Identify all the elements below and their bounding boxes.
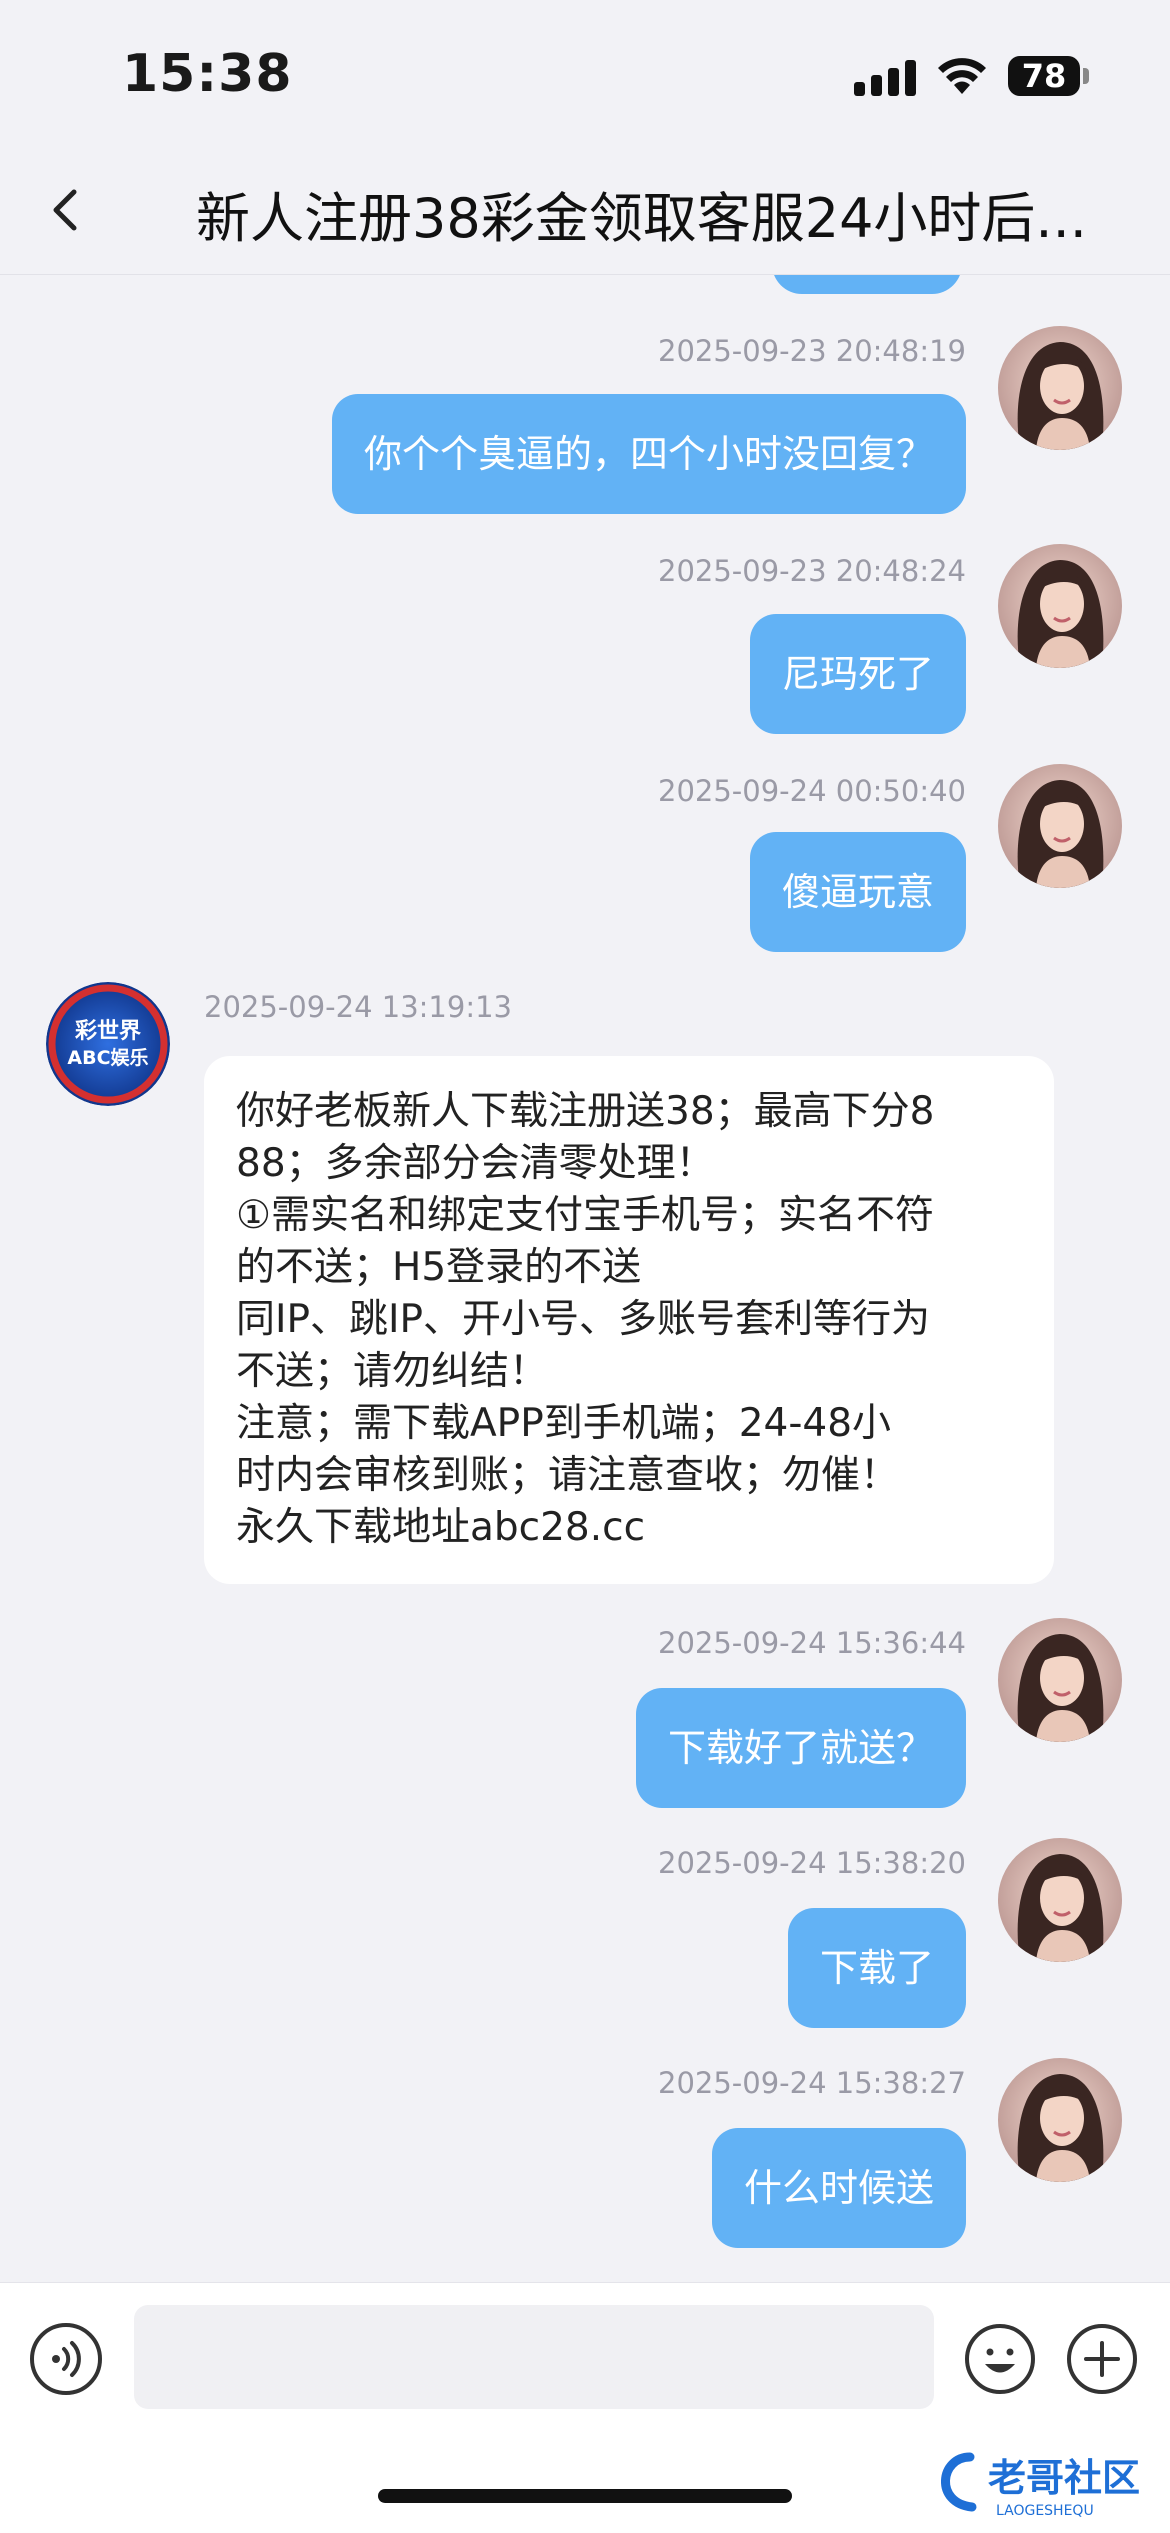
input-bar: 老哥社区 LAOGESHEQU (0, 2282, 1170, 2533)
outgoing-message-bubble[interactable]: 什么时候送 (711, 2128, 966, 2248)
message-timestamp: 2025-09-23 20:48:24 (658, 554, 966, 588)
watermark-subtext: LAOGESHEQU (996, 2503, 1094, 2519)
voice-input-button[interactable] (30, 2323, 102, 2395)
message-timestamp: 2025-09-24 00:50:40 (658, 774, 966, 808)
outgoing-message-bubble[interactable]: 尼玛死了 (749, 614, 966, 734)
message-timestamp: 2025-09-24 15:38:20 (658, 1846, 966, 1880)
outgoing-message-bubble[interactable]: 下载好了就送？ (635, 1688, 966, 1808)
watermark-text: 老哥社区 (988, 2456, 1140, 2500)
message-line: 不送；请勿纠结！ (236, 1349, 549, 1394)
previous-message-bubble (772, 274, 962, 294)
chat-message-list[interactable]: 2025-09-23 20:48:19 你个个臭逼的，四个小时没回复？ 2025-… (0, 274, 1170, 2282)
svg-text:ABC娱乐: ABC娱乐 (67, 1046, 148, 1069)
message-timestamp: 2025-09-23 20:48:19 (658, 334, 966, 368)
agent-avatar[interactable]: 彩世界 ABC娱乐 (46, 982, 170, 1106)
message-line: 时内会审核到账；请注意查收；勿催！ (236, 1453, 900, 1498)
wifi-icon (938, 58, 986, 94)
chat-title: 新人注册38彩金领取客服24小时后... (196, 187, 1087, 250)
message-line: 88；多余部分会清零处理！ (236, 1141, 715, 1186)
status-time: 15:38 (122, 44, 293, 104)
add-attachment-icon[interactable] (1066, 2323, 1138, 2395)
message-line: 注意；需下载APP到手机端；24-48小 (236, 1401, 892, 1446)
user-avatar[interactable] (998, 326, 1122, 450)
user-avatar[interactable] (998, 2058, 1122, 2182)
message-timestamp: 2025-09-24 13:19:13 (204, 990, 512, 1024)
outgoing-message-bubble[interactable]: 傻逼玩意 (749, 832, 966, 952)
user-avatar[interactable] (998, 1838, 1122, 1962)
nav-bar: 新人注册38彩金领取客服24小时后... (0, 150, 1170, 275)
back-chevron-icon[interactable] (36, 180, 96, 240)
status-bar: 15:38 78 (0, 0, 1170, 150)
message-line: 你好老板新人下载注册送38；最高下分8 (236, 1089, 935, 1134)
battery-indicator: 78 (1008, 56, 1080, 96)
user-avatar[interactable] (998, 1618, 1122, 1742)
message-input[interactable] (134, 2305, 934, 2409)
home-indicator (378, 2489, 792, 2503)
emoji-icon[interactable] (964, 2323, 1036, 2395)
cellular-signal-icon (854, 60, 918, 96)
watermark-logo: 老哥社区 LAOGESHEQU (941, 2452, 1140, 2519)
user-avatar[interactable] (998, 544, 1122, 668)
user-avatar[interactable] (998, 764, 1122, 888)
svg-text:彩世界: 彩世界 (74, 1019, 141, 1044)
message-line: 的不送；H5登录的不送 (236, 1245, 642, 1290)
message-line: 永久下载地址abc28.cc (236, 1505, 646, 1550)
message-line: 同IP、跳IP、开小号、多账号套利等行为 (236, 1297, 931, 1342)
incoming-message-bubble[interactable]: 你好老板新人下载注册送38；最高下分8 88；多余部分会清零处理！ ①需实名和绑定支… (204, 1056, 1054, 1584)
outgoing-message-bubble[interactable]: 你个个臭逼的，四个小时没回复？ (331, 394, 966, 514)
outgoing-message-bubble[interactable]: 下载了 (787, 1908, 966, 2028)
battery-cap (1083, 68, 1089, 84)
message-timestamp: 2025-09-24 15:36:44 (658, 1626, 966, 1660)
message-line: ①需实名和绑定支付宝手机号；实名不符 (236, 1193, 934, 1238)
message-timestamp: 2025-09-24 15:38:27 (658, 2066, 966, 2100)
voice-icon (52, 2341, 81, 2377)
